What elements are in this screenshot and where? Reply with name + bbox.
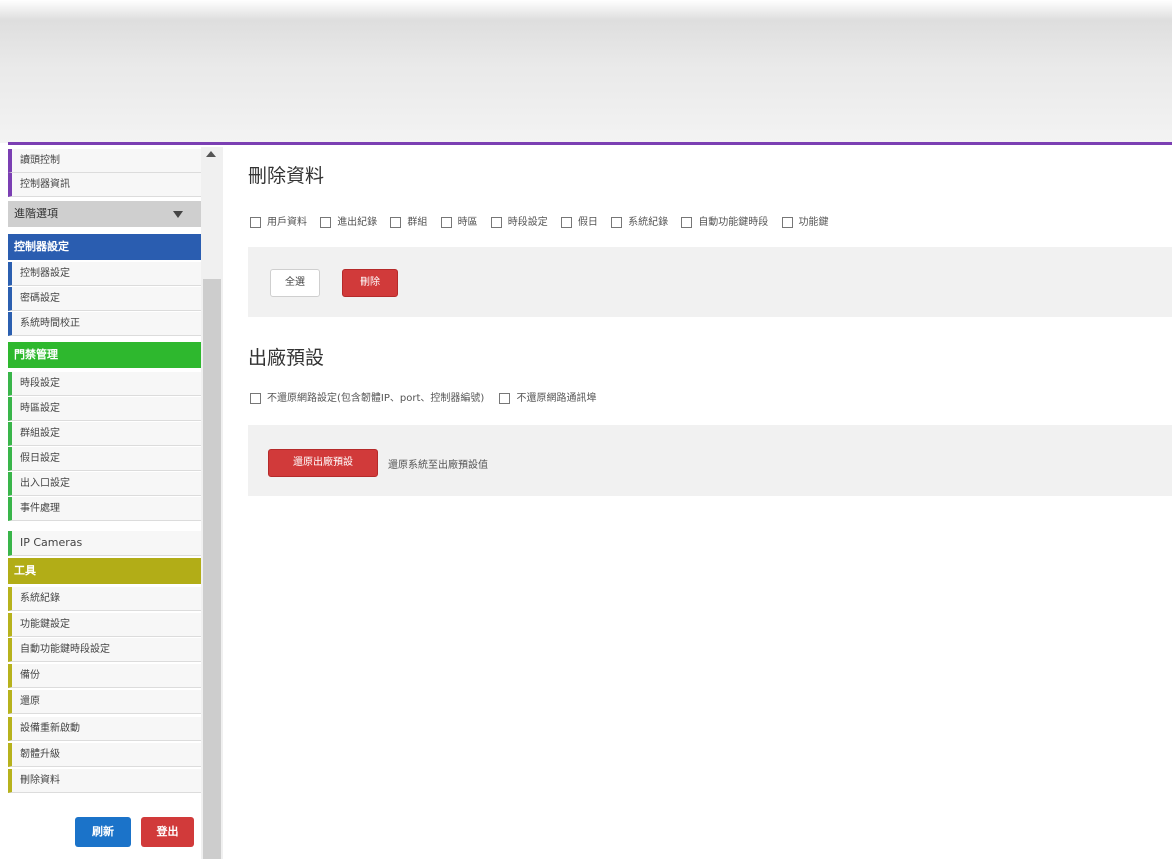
sidebar-item-time-sync[interactable]: 系統時間校正	[8, 312, 201, 336]
option-user-data[interactable]: 用戶資料	[250, 213, 307, 228]
sidebar-header-controller[interactable]: 控制器設定	[8, 234, 201, 260]
checkbox[interactable]	[490, 216, 502, 228]
header-accent-line	[8, 142, 1172, 145]
option-holiday[interactable]: 假日	[560, 213, 598, 228]
option-time-slot[interactable]: 時段設定	[490, 213, 548, 228]
checkbox[interactable]	[250, 392, 261, 404]
sidebar-item-controller-info[interactable]: 控制器資訊	[8, 173, 201, 197]
scrollbar-thumb[interactable]	[203, 279, 221, 859]
factory-options: 不還原網路設定(包含韌體IP、port、控制器編號) 不還原網路通訊埠	[250, 389, 606, 404]
sidebar-header-access[interactable]: 門禁管理	[8, 342, 201, 368]
factory-default-title: 出廠預設	[248, 347, 325, 369]
checkbox[interactable]	[611, 216, 623, 228]
factory-actions-panel: 還原出廠預設 還原系統至出廠預設值	[248, 425, 1172, 496]
sidebar-item-time-slot[interactable]: 時段設定	[8, 372, 201, 396]
option-group[interactable]: 群組	[390, 213, 427, 228]
logout-button[interactable]: 登出	[141, 817, 194, 847]
sidebar-item-backup[interactable]: 備份	[8, 664, 201, 688]
sidebar-item-reader-control[interactable]: 讀頭控制	[8, 149, 201, 173]
delete-button[interactable]: 刪除	[342, 269, 398, 297]
sidebar-item-reboot[interactable]: 設備重新啟動	[8, 717, 201, 741]
checkbox[interactable]	[499, 392, 511, 404]
sidebar-item-ip-cameras[interactable]: IP Cameras	[8, 531, 201, 556]
restore-factory-button[interactable]: 還原出廠預設	[268, 449, 378, 477]
sidebar-scrollbar[interactable]	[201, 147, 223, 859]
option-system-log[interactable]: 系統紀錄	[611, 213, 668, 228]
checkbox[interactable]	[320, 216, 332, 228]
sidebar-item-holiday[interactable]: 假日設定	[8, 447, 201, 471]
option-keep-network[interactable]: 不還原網路設定(包含韌體IP、port、控制器編號)	[250, 389, 484, 404]
checkbox[interactable]	[781, 216, 793, 228]
sidebar-item-auto-function-key[interactable]: 自動功能鍵時段設定	[8, 638, 201, 662]
checkbox[interactable]	[560, 216, 572, 228]
checkbox[interactable]	[390, 216, 402, 228]
sidebar-header-label: 進階選項	[14, 207, 58, 220]
sidebar-item-group[interactable]: 群組設定	[8, 422, 201, 446]
sidebar-item-restore[interactable]: 還原	[8, 690, 201, 714]
sidebar-item-password[interactable]: 密碼設定	[8, 287, 201, 311]
delete-data-title: 刪除資料	[248, 165, 325, 187]
sidebar-item-firmware[interactable]: 韌體升級	[8, 743, 201, 767]
option-keep-port[interactable]: 不還原網路通訊埠	[499, 389, 596, 404]
option-auto-function-key[interactable]: 自動功能鍵時段	[681, 213, 768, 228]
checkbox[interactable]	[250, 216, 261, 228]
option-time-zone[interactable]: 時區	[440, 213, 478, 228]
sidebar-header-tools[interactable]: 工具	[8, 558, 201, 584]
sidebar-item-system-log[interactable]: 系統紀錄	[8, 587, 201, 611]
sidebar-item-door[interactable]: 出入口設定	[8, 472, 201, 496]
scroll-up-arrow-icon[interactable]	[206, 151, 216, 157]
option-function-key[interactable]: 功能鍵	[781, 213, 829, 228]
sidebar-item-event[interactable]: 事件處理	[8, 497, 201, 521]
sidebar-item-function-key[interactable]: 功能鍵設定	[8, 613, 201, 637]
option-access-log[interactable]: 進出紀錄	[320, 213, 377, 228]
select-all-button[interactable]: 全選	[270, 269, 320, 297]
sidebar-item-controller-settings[interactable]: 控制器設定	[8, 262, 201, 286]
sidebar-item-time-zone[interactable]: 時區設定	[8, 397, 201, 421]
refresh-button[interactable]: 刷新	[75, 817, 131, 847]
checkbox[interactable]	[681, 216, 693, 228]
delete-options: 用戶資料 進出紀錄 群組 時區 時段設定 假日 系統紀錄 自動功能鍵時段 功能鍵	[250, 213, 839, 228]
checkbox[interactable]	[440, 216, 452, 228]
delete-actions-panel: 全選 刪除	[248, 247, 1172, 317]
triangle-down-icon[interactable]	[173, 211, 183, 218]
top-header-bar	[0, 0, 1172, 143]
restore-note: 還原系統至出廠預設值	[388, 460, 488, 471]
sidebar-header-advanced[interactable]: 進階選項	[8, 201, 201, 227]
sidebar-item-delete-data[interactable]: 刪除資料	[8, 769, 201, 793]
